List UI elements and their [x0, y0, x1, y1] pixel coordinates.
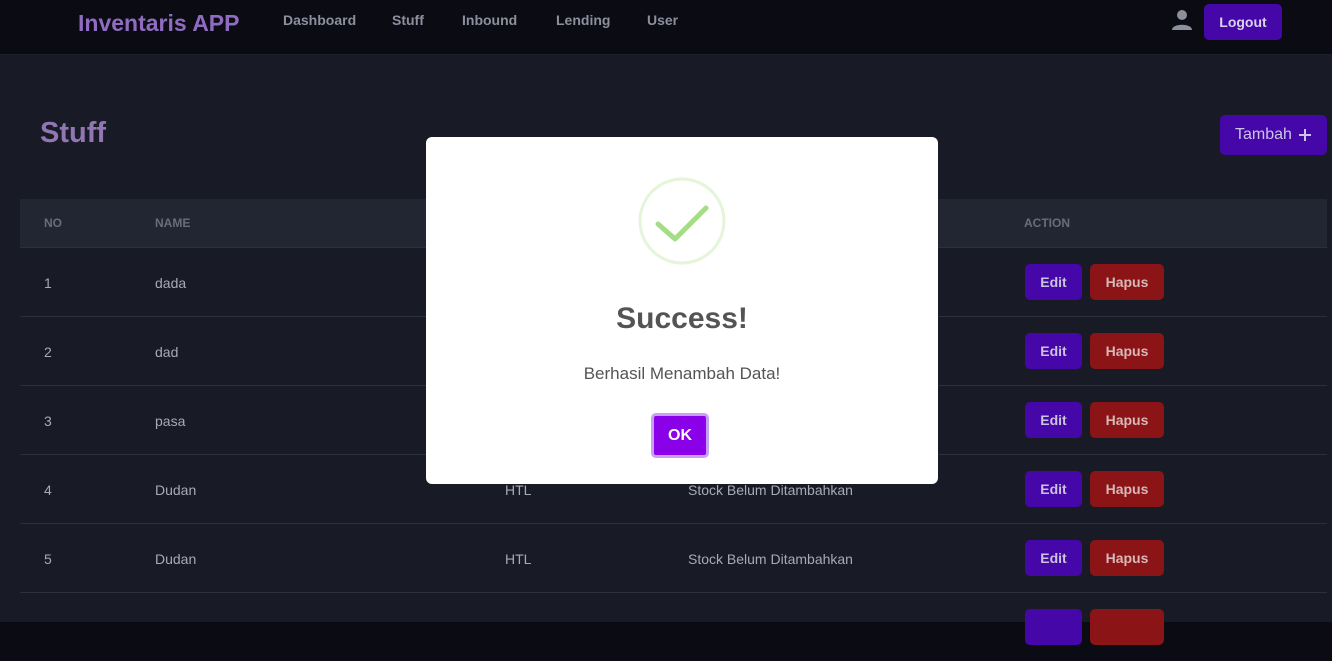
modal-title: Success!: [616, 302, 748, 335]
ok-button[interactable]: OK: [651, 413, 709, 458]
modal-message: Berhasil Menambah Data!: [583, 364, 781, 383]
success-check-icon: [638, 177, 726, 265]
success-modal: Success! Berhasil Menambah Data! OK: [426, 137, 938, 484]
modal-overlay[interactable]: Success! Berhasil Menambah Data! OK: [0, 0, 1332, 622]
